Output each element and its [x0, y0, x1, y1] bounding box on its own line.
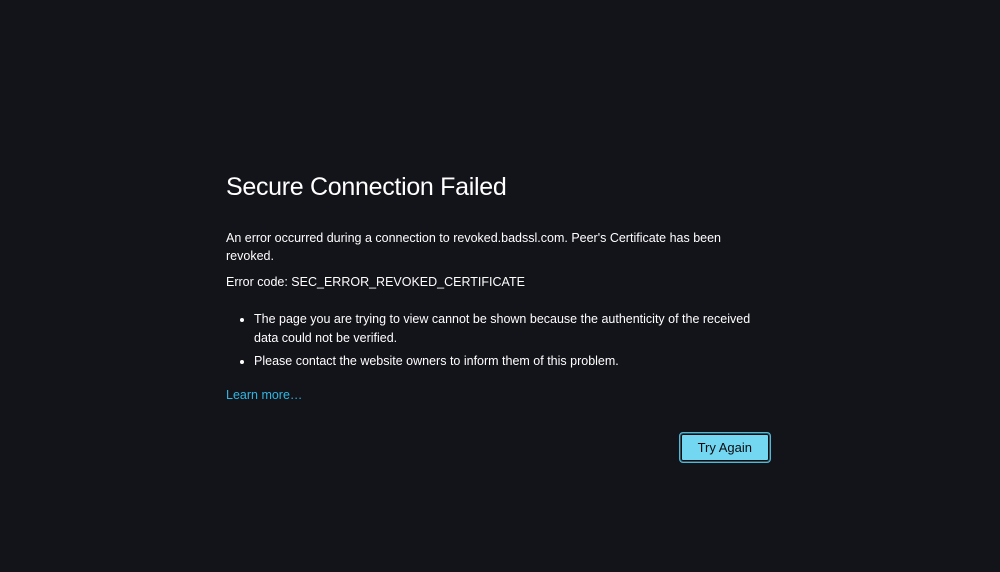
button-row: Try Again — [226, 432, 771, 463]
error-description: An error occurred during a connection to… — [226, 230, 771, 265]
try-again-button[interactable]: Try Again — [679, 432, 771, 463]
error-code: Error code: SEC_ERROR_REVOKED_CERTIFICAT… — [226, 274, 771, 292]
error-suggestions-list: The page you are trying to view cannot b… — [226, 310, 771, 372]
list-item: The page you are trying to view cannot b… — [254, 310, 771, 349]
learn-more-link[interactable]: Learn more… — [226, 388, 302, 402]
list-item: Please contact the website owners to inf… — [254, 352, 771, 371]
error-page-container: Secure Connection Failed An error occurr… — [226, 0, 771, 463]
error-title: Secure Connection Failed — [226, 173, 771, 202]
